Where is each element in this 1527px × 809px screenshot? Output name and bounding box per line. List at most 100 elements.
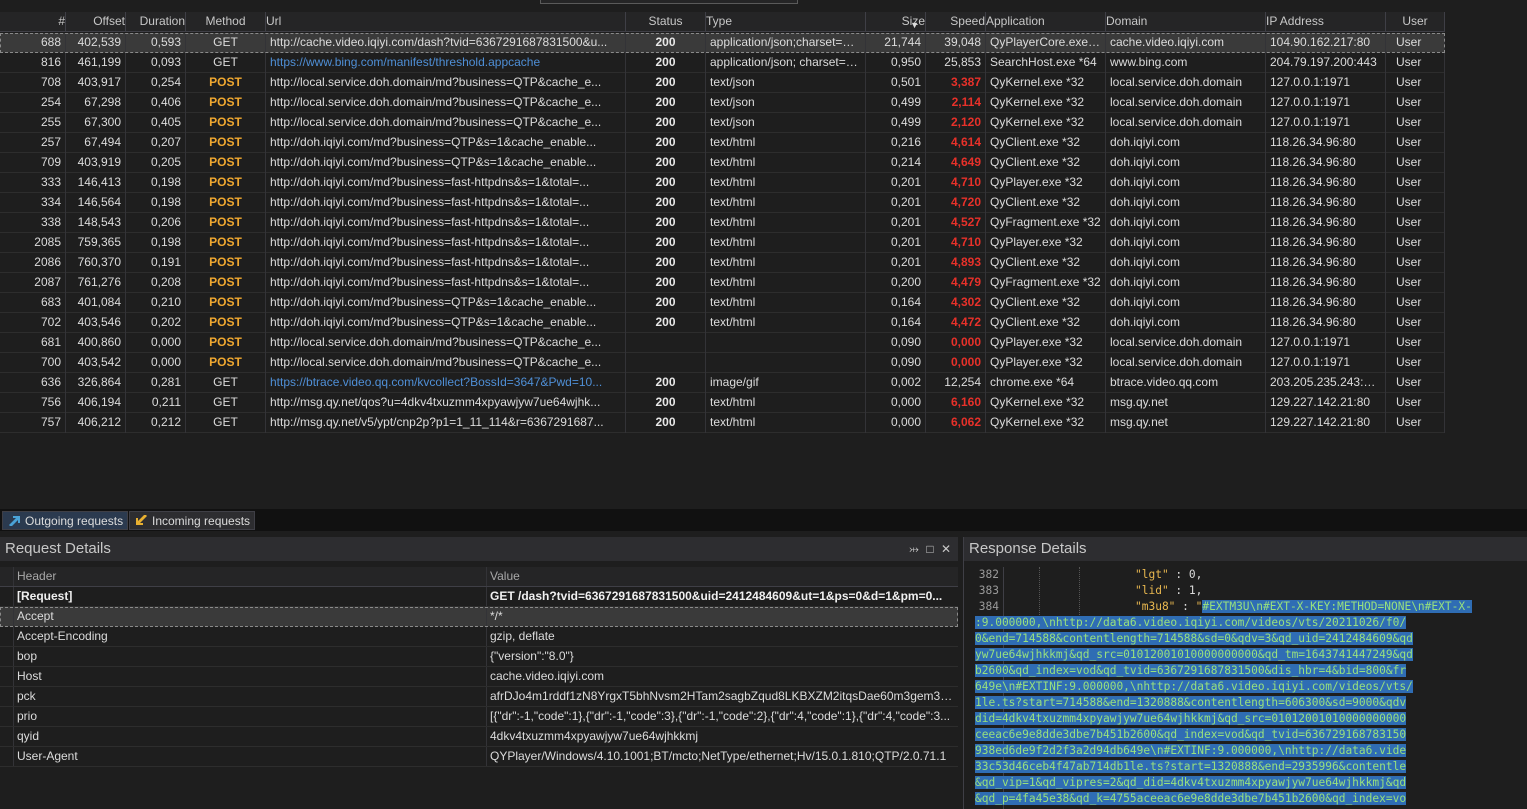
session-row[interactable]: 338 148,543 0,206 POST http://doh.iqiyi.com/… xyxy=(0,213,1445,233)
session-number: 2087 xyxy=(0,273,66,293)
session-row[interactable]: 708 403,917 0,254 POST http://local.service.… xyxy=(0,73,1445,93)
pin-icon[interactable]: ⤔ xyxy=(908,537,920,561)
col-type[interactable]: Type xyxy=(706,12,866,32)
session-ip: 118.26.34.96:80 xyxy=(1266,213,1386,233)
col-method[interactable]: Method xyxy=(186,12,266,32)
header-name: Accept xyxy=(14,607,487,626)
header-column-title[interactable]: Header xyxy=(14,567,487,586)
session-row[interactable]: 709 403,919 0,205 POST http://doh.iqiyi.com/… xyxy=(0,153,1445,173)
col-domain[interactable]: Domain xyxy=(1106,12,1266,32)
session-application: QyPlayerCore.exe *32 xyxy=(986,33,1106,53)
col-speed[interactable]: Speed xyxy=(926,12,986,32)
session-row[interactable]: 254 67,298 0,406 POST http://local.service.d… xyxy=(0,93,1445,113)
session-method: GET xyxy=(186,33,266,53)
session-row[interactable]: 636 326,864 0,281 GET https://btrace.video.q… xyxy=(0,373,1445,393)
request-header-row[interactable]: bop {"version":"8.0"} xyxy=(0,647,958,667)
session-status: 200 xyxy=(626,293,706,313)
request-header-row[interactable]: pck afrDJo4m1rddf1zN8YrgxT5bhNvsm2HTam2sa… xyxy=(0,687,958,707)
session-number: 338 xyxy=(0,213,66,233)
session-row[interactable]: 688 402,539 0,593 GET http://cache.video.iqi… xyxy=(0,33,1445,53)
session-row[interactable]: 816 461,199 0,093 GET https://www.bing.com/m… xyxy=(0,53,1445,73)
session-url: http://doh.iqiyi.com/md?business=fast-ht… xyxy=(266,273,626,293)
session-duration: 0,405 xyxy=(126,113,186,133)
session-row[interactable]: 757 406,212 0,212 GET http://msg.qy.net/v5/y… xyxy=(0,413,1445,433)
tab-outgoing-requests[interactable]: Outgoing requests xyxy=(2,511,129,530)
filter-field[interactable] xyxy=(540,0,798,4)
session-row[interactable]: 334 146,564 0,198 POST http://doh.iqiyi.com/… xyxy=(0,193,1445,213)
col-url[interactable]: Url xyxy=(266,12,626,32)
close-icon[interactable]: ✕ xyxy=(940,537,952,561)
session-domain: doh.iqiyi.com xyxy=(1106,273,1266,293)
session-method: POST xyxy=(186,153,266,173)
session-type xyxy=(706,333,866,353)
col-ip-address[interactable]: IP Address xyxy=(1266,12,1386,32)
session-row[interactable]: 257 67,494 0,207 POST http://doh.iqiyi.com/m… xyxy=(0,133,1445,153)
session-user: User xyxy=(1386,113,1445,133)
tab-incoming-requests[interactable]: Incoming requests xyxy=(129,511,256,530)
session-speed: 25,853 xyxy=(926,53,986,73)
line-number: 383 xyxy=(978,584,999,597)
session-duration: 0,000 xyxy=(126,353,186,373)
session-offset: 67,298 xyxy=(66,93,126,113)
session-application: QyClient.exe *32 xyxy=(986,253,1106,273)
session-row[interactable]: 683 401,084 0,210 POST http://doh.iqiyi.com/… xyxy=(0,293,1445,313)
session-offset: 403,546 xyxy=(66,313,126,333)
session-url: http://msg.qy.net/qos?u=4dkv4txuzmm4xpya… xyxy=(266,393,626,413)
session-domain: local.service.doh.domain xyxy=(1106,73,1266,93)
col-status[interactable]: Status xyxy=(626,12,706,32)
request-header-row[interactable]: Accept-Encoding gzip, deflate xyxy=(0,627,958,647)
col-application[interactable]: Application xyxy=(986,12,1106,32)
row-gutter xyxy=(0,587,14,606)
session-duration: 0,210 xyxy=(126,293,186,313)
session-user: User xyxy=(1386,173,1445,193)
session-application: QyKernel.exe *32 xyxy=(986,73,1106,93)
request-header-row[interactable]: Host cache.video.iqiyi.com xyxy=(0,667,958,687)
col-user[interactable]: User xyxy=(1386,12,1445,32)
session-offset: 401,084 xyxy=(66,293,126,313)
header-value: GET /dash?tvid=6367291687831500&uid=2412… xyxy=(490,589,943,603)
request-header-row[interactable]: User-Agent QYPlayer/Windows/4.10.1001;BT/… xyxy=(0,747,958,767)
session-row[interactable]: 756 406,194 0,211 GET http://msg.qy.net/qos?… xyxy=(0,393,1445,413)
session-duration: 0,000 xyxy=(126,333,186,353)
wrapped-code-line: yw7ue64wjhkkmj&qd_src=010120010100000000… xyxy=(975,647,1527,663)
session-number: 2085 xyxy=(0,233,66,253)
col-size[interactable]: Size ▼ xyxy=(866,12,926,32)
session-row[interactable]: 2086 760,370 0,191 POST http://doh.iqiyi.com… xyxy=(0,253,1445,273)
request-header-row[interactable]: prio [{"dr":-1,"code":1},{"dr":-1,"code":… xyxy=(0,707,958,727)
maximize-icon[interactable]: □ xyxy=(924,537,936,561)
session-row[interactable]: 681 400,860 0,000 POST http://local.service.… xyxy=(0,333,1445,353)
session-number: 688 xyxy=(0,33,66,53)
session-speed: 4,710 xyxy=(926,233,986,253)
selected-text: 33c53d46ceb4f47ab714db1le.ts?start=13208… xyxy=(975,760,1407,773)
session-size: 0,214 xyxy=(866,153,926,173)
col-offset[interactable]: Offset xyxy=(66,12,126,32)
session-status: 200 xyxy=(626,153,706,173)
session-speed: 12,254 xyxy=(926,373,986,393)
session-row[interactable]: 255 67,300 0,405 POST http://local.service.d… xyxy=(0,113,1445,133)
session-row[interactable]: 2087 761,276 0,208 POST http://doh.iqiyi.com… xyxy=(0,273,1445,293)
json-key: "lgt" xyxy=(1135,568,1169,581)
session-row[interactable]: 702 403,546 0,202 POST http://doh.iqiyi.com/… xyxy=(0,313,1445,333)
value-column-title[interactable]: Value xyxy=(487,567,957,586)
session-number: 334 xyxy=(0,193,66,213)
response-code-view[interactable]: 382 383 384 "lgt" : 0, "lid" : 1, "m3u8"… xyxy=(964,567,1527,809)
session-url: http://doh.iqiyi.com/md?business=fast-ht… xyxy=(266,193,626,213)
session-speed: 2,120 xyxy=(926,113,986,133)
col-duration[interactable]: Duration xyxy=(126,12,186,32)
header-name: Accept-Encoding xyxy=(14,627,487,646)
session-type xyxy=(706,353,866,373)
session-row[interactable]: 700 403,542 0,000 POST http://local.service.… xyxy=(0,353,1445,373)
session-application: QyPlayer.exe *32 xyxy=(986,333,1106,353)
wrapped-code-line: :9.000000,\nhttp://data6.video.iqiyi.com… xyxy=(975,615,1527,631)
session-status: 200 xyxy=(626,313,706,333)
header-value: cache.video.iqiyi.com xyxy=(490,669,605,683)
request-header-row[interactable]: Accept */* xyxy=(0,607,958,627)
request-header-row[interactable]: [Request] GET /dash?tvid=6367291687831500… xyxy=(0,587,958,607)
session-row[interactable]: 333 146,413 0,198 POST http://doh.iqiyi.com/… xyxy=(0,173,1445,193)
session-type: text/html xyxy=(706,253,866,273)
col-number[interactable]: # xyxy=(0,12,66,32)
session-user: User xyxy=(1386,253,1445,273)
session-row[interactable]: 2085 759,365 0,198 POST http://doh.iqiyi.com… xyxy=(0,233,1445,253)
selected-text: &qd_vip=1&qd_vipres=2&qd_did=4dkv4txuzmm… xyxy=(975,776,1407,789)
request-header-row[interactable]: qyid 4dkv4txuzmm4xpyawjyw7ue64wjhkkmj xyxy=(0,727,958,747)
